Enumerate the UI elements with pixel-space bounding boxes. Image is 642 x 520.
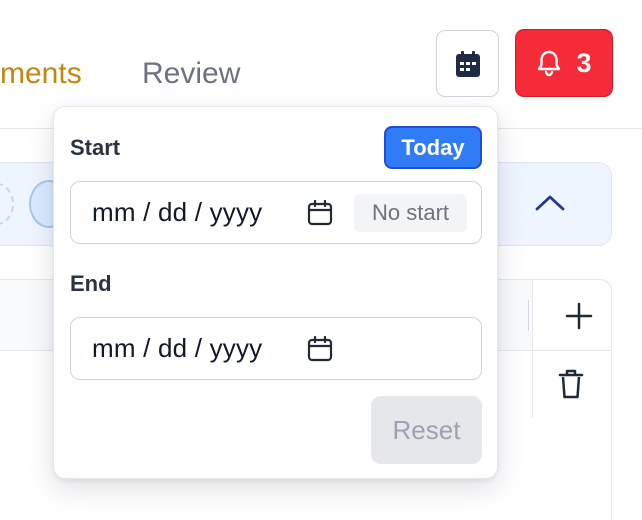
- no-start-chip[interactable]: No start: [354, 194, 467, 232]
- plus-icon[interactable]: [565, 302, 593, 330]
- actions-divider: [532, 280, 533, 418]
- end-date-value[interactable]: mm / dd / yyyy: [92, 333, 262, 364]
- calendar-icon: [455, 50, 480, 77]
- column-separator: [528, 300, 529, 331]
- start-label: Start: [70, 135, 121, 160]
- page: ments Review 3 Start Today mm / dd / yyy…: [0, 0, 642, 520]
- tab-review[interactable]: Review: [142, 54, 240, 94]
- notifications-button[interactable]: 3: [515, 29, 613, 97]
- bell-icon: [538, 50, 561, 77]
- notification-count: 3: [576, 47, 592, 78]
- today-button[interactable]: Today: [384, 126, 482, 169]
- chevron-up-icon[interactable]: [533, 191, 567, 213]
- start-date-value[interactable]: mm / dd / yyyy: [92, 197, 262, 228]
- calendar-icon[interactable]: [307, 336, 333, 362]
- start-date-input[interactable]: mm / dd / yyyy No start: [70, 181, 482, 244]
- end-label: End: [70, 271, 112, 296]
- tab-assignments[interactable]: ments: [0, 54, 82, 94]
- reset-button[interactable]: Reset: [371, 396, 482, 464]
- date-range-popover: Start Today mm / dd / yyyy No start End …: [53, 106, 498, 479]
- actions-row-divider: [533, 350, 611, 351]
- calendar-button[interactable]: [436, 30, 499, 97]
- trash-icon[interactable]: [558, 368, 584, 400]
- end-date-input[interactable]: mm / dd / yyyy: [70, 317, 482, 380]
- calendar-icon[interactable]: [307, 200, 333, 226]
